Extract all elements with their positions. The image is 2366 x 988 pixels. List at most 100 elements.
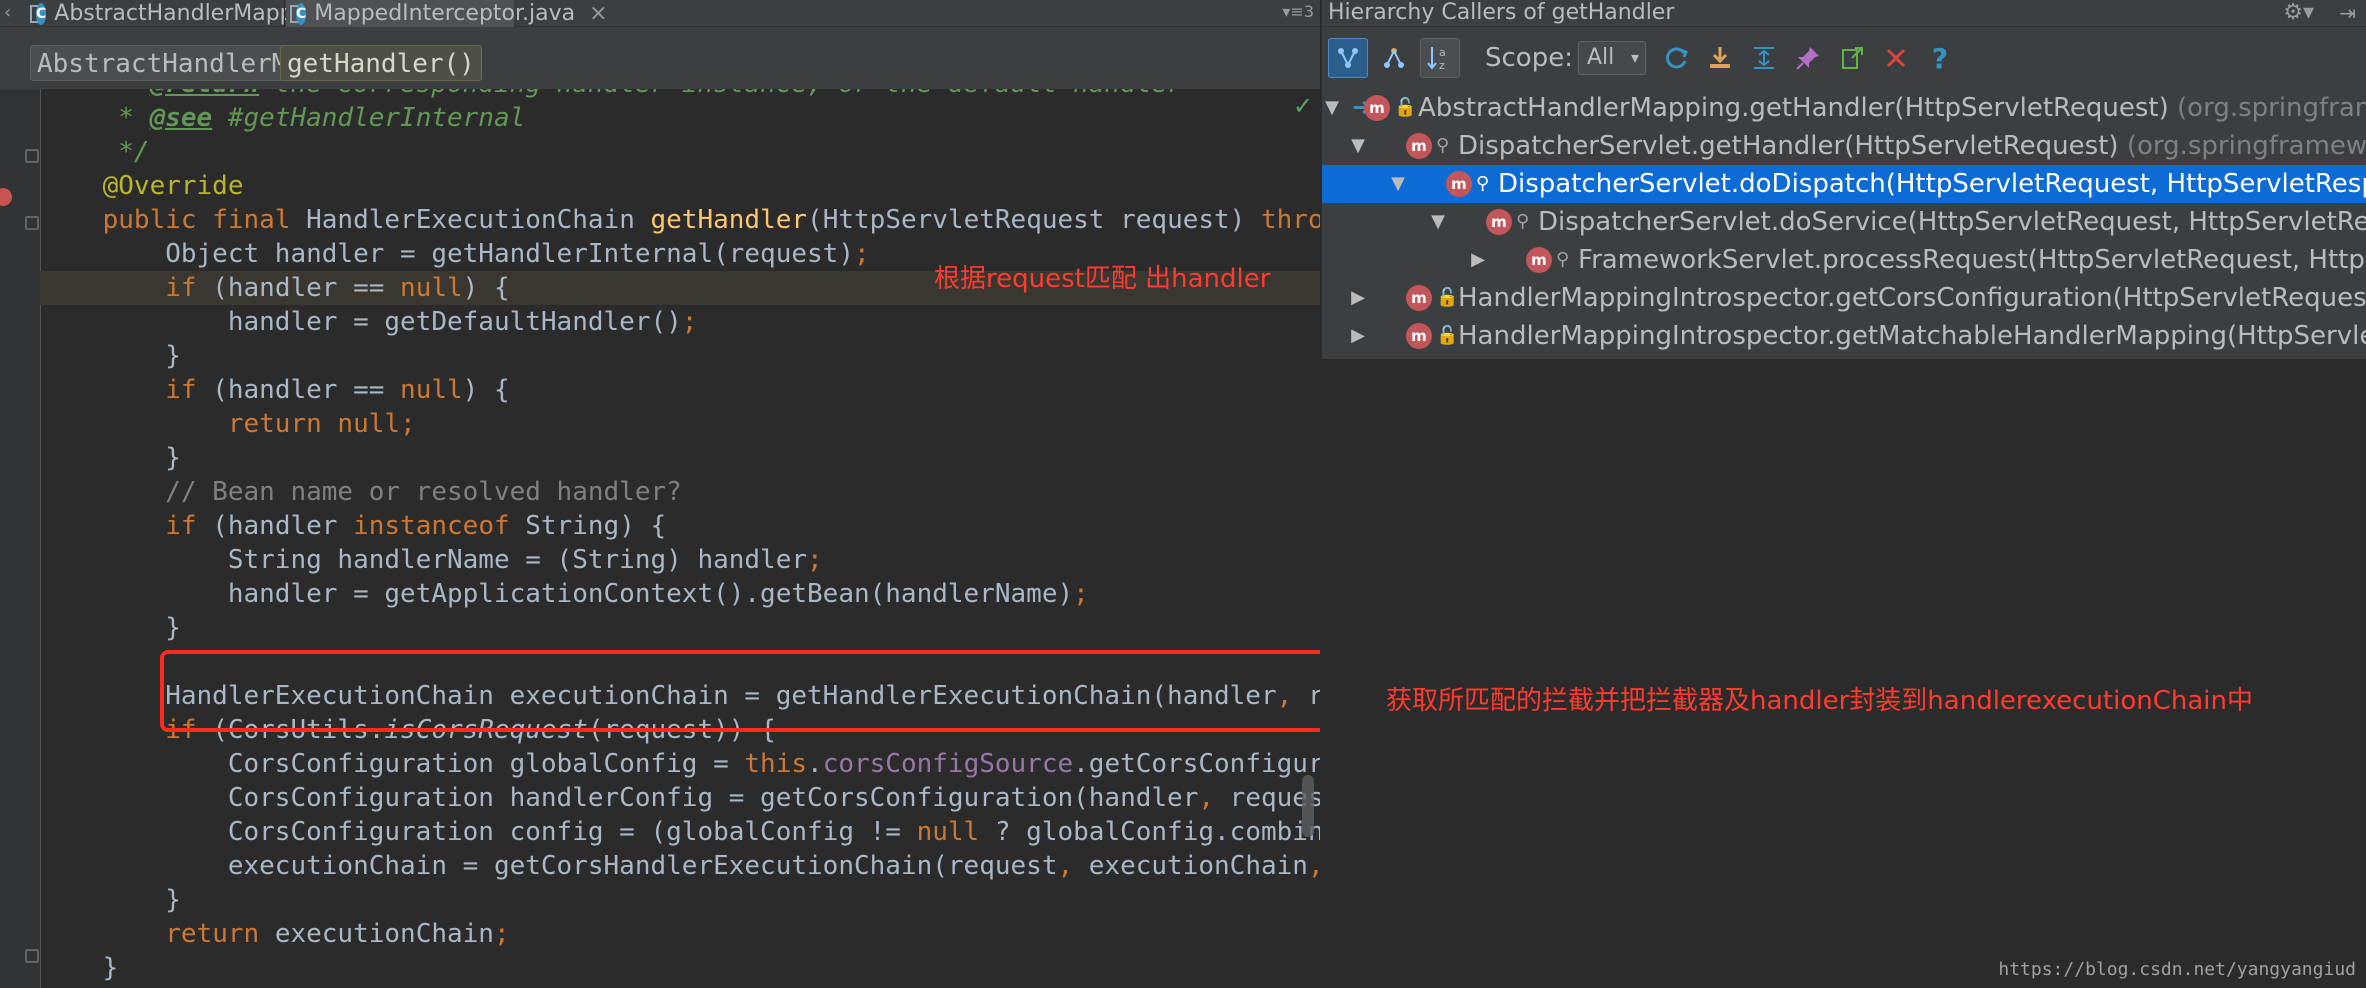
- code-line: @Override: [40, 171, 244, 201]
- inspection-ok-icon: ✓: [1293, 92, 1314, 120]
- panel-header: Hierarchy Callers of getHandler ⚙▾ ⇥: [1322, 0, 2366, 27]
- expand-arrow-icon[interactable]: ▼: [1322, 95, 1342, 121]
- callee-hierarchy-button[interactable]: [1374, 38, 1414, 78]
- scope-dropdown[interactable]: All ▾: [1578, 41, 1646, 75]
- panel-title: Hierarchy Callers of getHandler: [1328, 0, 1675, 25]
- collapse-arrow-icon[interactable]: ▶: [1468, 247, 1488, 273]
- code-line: executionChain = getCorsHandlerExecution…: [40, 851, 1320, 881]
- refresh-icon: [1666, 47, 1688, 69]
- annotation-handler-note: 根据request匹配 出handler: [934, 264, 1271, 294]
- tree-row[interactable]: ▼ ➜ m 🔓 AbstractHandlerMapping.getHandle…: [1322, 89, 2366, 127]
- java-class-icon: C: [29, 2, 47, 25]
- chevron-down-icon: ▾: [1630, 48, 1639, 67]
- code-line: }: [40, 613, 181, 643]
- code-line: }: [40, 885, 181, 915]
- method-icon: m: [1406, 323, 1432, 349]
- tree-row-label: AbstractHandlerMapping.getHandler(HttpSe…: [1418, 93, 2366, 123]
- pin-tab-button[interactable]: [1788, 38, 1828, 78]
- caller-hierarchy-button[interactable]: [1328, 38, 1368, 78]
- editor-scrollbar[interactable]: [1302, 775, 1314, 837]
- tab-abstracthandlermapping[interactable]: C AbstractHandlerMapping.java ×: [26, 0, 413, 27]
- code-line: CorsConfiguration handlerConfig = getCor…: [40, 783, 1320, 813]
- public-access-icon: 🔓: [1394, 97, 1417, 118]
- protected-access-icon: ⚲: [1556, 249, 1570, 270]
- help-button[interactable]: ?: [1920, 38, 1960, 78]
- public-access-icon: 🔓: [1436, 325, 1459, 346]
- expand-all-button[interactable]: [1744, 38, 1784, 78]
- hierarchy-toolbar: az Scope: All ▾ ?: [1322, 27, 2366, 89]
- tab-label: MappedInterceptor.java: [314, 1, 576, 26]
- close-icon[interactable]: ×: [589, 1, 607, 26]
- code-line: * @see #getHandlerInternal: [40, 103, 526, 133]
- tree-row[interactable]: ▼ m ⚲ DispatcherServlet.getHandler(HttpS…: [1322, 127, 2366, 165]
- breadcrumb: AbstractHandlerMapping getHandler(): [0, 27, 1320, 89]
- method-icon: m: [1406, 133, 1432, 159]
- tab-divider: [284, 0, 285, 27]
- gear-icon[interactable]: ⚙▾: [2283, 0, 2314, 26]
- callee-hierarchy-icon: [1384, 48, 1404, 68]
- tree-row[interactable]: ▶ m 🔓 HandlerMappingIntrospector.getMatc…: [1322, 317, 2366, 355]
- method-icon: m: [1526, 247, 1552, 273]
- code-line: if (handler == null) {: [165, 375, 510, 405]
- svg-text:z: z: [1439, 59, 1445, 72]
- fold-marker-icon[interactable]: [25, 149, 39, 163]
- help-icon: ?: [1931, 41, 1949, 75]
- sort-alphabetically-button[interactable]: az: [1420, 38, 1460, 78]
- scope-label: Scope:: [1485, 43, 1573, 73]
- hide-panel-icon[interactable]: ⇥: [2339, 0, 2356, 26]
- code-line: CorsConfiguration config = (globalConfig…: [40, 817, 1320, 847]
- refresh-button[interactable]: [1656, 38, 1696, 78]
- open-in-editor-button[interactable]: [1832, 38, 1872, 78]
- scope-value: All: [1587, 45, 1615, 70]
- expand-arrow-icon[interactable]: ▼: [1428, 209, 1448, 235]
- panel-empty-area: [1322, 359, 2366, 988]
- collapse-arrow-icon[interactable]: ▶: [1348, 323, 1368, 349]
- editor-gutter[interactable]: [0, 89, 40, 988]
- tree-row[interactable]: ▶ m ⚲ FrameworkServlet.processRequest(Ht…: [1322, 241, 2366, 279]
- annotation-highlight-box: [160, 650, 1320, 732]
- close-hierarchy-button[interactable]: [1876, 38, 1916, 78]
- code-area[interactable]: * @return the corresponding handler inst…: [40, 89, 1320, 988]
- expand-all-icon: [1754, 47, 1774, 69]
- code-line: handler = getDefaultHandler();: [40, 307, 698, 337]
- breadcrumb-method[interactable]: getHandler(): [280, 45, 482, 81]
- method-icon: m: [1486, 209, 1512, 235]
- code-line: handler = getApplicationContext().getBea…: [40, 579, 1089, 609]
- tree-row-label: DispatcherServlet.doService(HttpServletR…: [1538, 207, 2366, 237]
- watermark: https://blog.csdn.net/yangyangiud: [1998, 959, 2356, 980]
- tree-row-label: DispatcherServlet.getHandler(HttpServlet…: [1458, 131, 2366, 161]
- code-line: }: [40, 443, 181, 473]
- hierarchy-panel: Hierarchy Callers of getHandler ⚙▾ ⇥ az …: [1322, 0, 2366, 988]
- expand-arrow-icon[interactable]: ▼: [1348, 133, 1368, 159]
- caller-tree[interactable]: ▼ ➜ m 🔓 AbstractHandlerMapping.getHandle…: [1322, 89, 2366, 359]
- code-line: }: [40, 953, 119, 983]
- tab-overflow-menu-icon[interactable]: ▾≡3: [1282, 2, 1314, 21]
- code-line: return null;: [227, 409, 416, 439]
- code-line: }: [40, 341, 181, 371]
- code-line: public final HandlerExecutionChain getHa…: [102, 205, 1320, 235]
- tree-row[interactable]: ▼ m ⚲ DispatcherServlet.doService(HttpSe…: [1322, 203, 2366, 241]
- code-editor[interactable]: ‹ C AbstractHandlerMapping.java × C Mapp…: [0, 0, 1320, 988]
- breakpoint-icon[interactable]: [0, 188, 12, 206]
- tree-row-selected[interactable]: ▼ m ⚲ DispatcherServlet.doDispatch(HttpS…: [1322, 165, 2366, 203]
- code-line: * @return the corresponding handler inst…: [40, 89, 1320, 101]
- tree-row-label: HandlerMappingIntrospector.getCorsConfig…: [1458, 283, 2366, 313]
- method-icon: m: [1364, 95, 1390, 121]
- protected-access-icon: ⚲: [1516, 211, 1530, 232]
- java-class-icon: C: [289, 2, 307, 25]
- tab-mappedinterceptor[interactable]: C MappedInterceptor.java ×: [286, 0, 608, 27]
- close-icon: [1886, 48, 1906, 68]
- collapse-arrow-icon[interactable]: ▶: [1348, 285, 1368, 311]
- code-line: return executionChain;: [165, 919, 510, 949]
- expand-arrow-icon[interactable]: ▼: [1388, 171, 1408, 197]
- code-line: */: [40, 137, 150, 167]
- fold-marker-icon[interactable]: [25, 949, 39, 963]
- export-button[interactable]: [1700, 38, 1740, 78]
- protected-access-icon: ⚲: [1436, 135, 1450, 156]
- tree-row[interactable]: ▶ m 🔓 HandlerMappingIntrospector.getCors…: [1322, 279, 2366, 317]
- fold-marker-icon[interactable]: [25, 216, 39, 230]
- editor-tab-bar: ‹ C AbstractHandlerMapping.java × C Mapp…: [0, 0, 1320, 27]
- code-line: String handlerName = (String) handler;: [40, 545, 823, 575]
- tab-scroll-left-icon[interactable]: ‹: [4, 2, 11, 23]
- tree-row-label: HandlerMappingIntrospector.getMatchableH…: [1458, 321, 2366, 351]
